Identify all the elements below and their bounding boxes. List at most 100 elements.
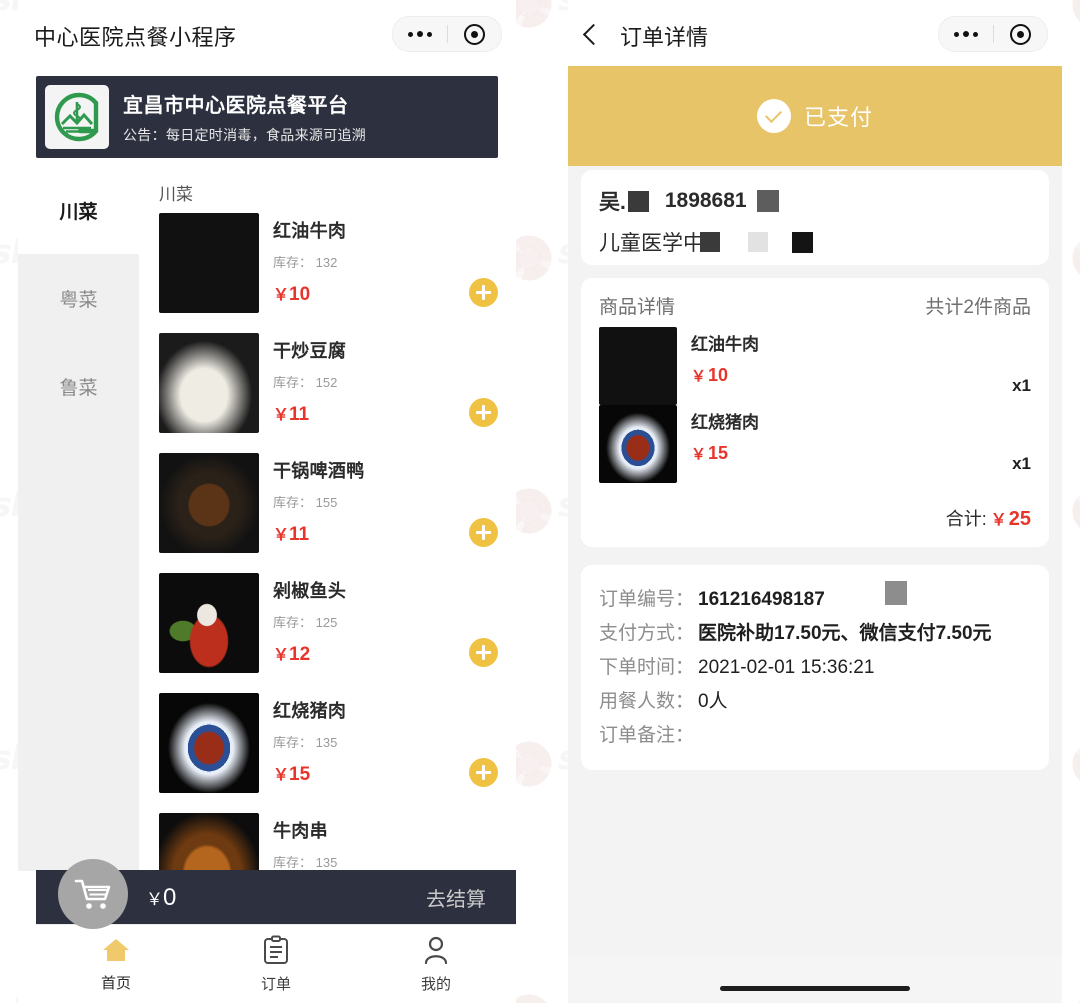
dish-price-value: 11 [289, 524, 310, 545]
dish-price-value: 15 [289, 764, 311, 785]
order-item-name: 红烧猪肉 [691, 413, 759, 432]
watermark-ring-icon [1072, 0, 1080, 28]
order-item-image [599, 327, 677, 405]
add-to-cart-button[interactable] [469, 518, 498, 547]
dish-row[interactable]: 干炒豆腐 库存： 152 ￥11 [139, 333, 516, 445]
hero-title: 宜昌市中心医院点餐平台 [123, 95, 349, 117]
order-info-value: 0人 [698, 691, 728, 712]
dish-row[interactable]: 红烧猪肉 库存： 135 ￥15 [139, 693, 516, 805]
dish-stock: 库存： 152 [273, 375, 338, 390]
order-item-price-value: 15 [708, 443, 729, 463]
order-info-card: 订单编号： 161216498187 支付方式： 医院补助17.50元、微信支付7.5… [581, 565, 1049, 770]
dish-info: 牛肉串库存： 135￥15 [273, 813, 516, 871]
watermark-diamond-icon [516, 498, 542, 524]
customer-name: 吴. [599, 191, 626, 214]
dish-price-value: 12 [289, 644, 311, 665]
redaction-block [756, 190, 779, 212]
bottom-tabbar: 首页 订单 我的 [36, 924, 516, 1003]
dish-row[interactable]: 红油牛肉 库存： 132 ￥10 [139, 213, 516, 325]
hospital-logo-icon [45, 85, 109, 149]
tab-item-2[interactable]: 订单 [196, 925, 356, 1003]
back-chevron-icon[interactable] [582, 23, 605, 46]
target-circle-icon[interactable] [448, 23, 502, 45]
category-item-2[interactable]: 粤菜 [18, 254, 139, 342]
add-to-cart-button[interactable] [469, 758, 498, 787]
dish-info: 干锅啤酒鸭 库存： 155 ￥11 [273, 453, 516, 565]
category-item-1[interactable]: 川菜 [18, 166, 139, 254]
dish-list-body: 红油牛肉 库存： 132 ￥10 干炒豆腐 库存： 152 ￥11 干锅啤酒鸭 库存： 155… [139, 213, 516, 871]
customer-line-1: 吴. 1898681 [599, 186, 1049, 216]
right-wechat-capsule[interactable] [938, 16, 1048, 52]
add-to-cart-button[interactable] [469, 278, 498, 307]
category-label: 鲁菜 [59, 377, 98, 399]
dish-row[interactable]: 牛肉串库存： 135￥15 [139, 813, 516, 871]
order-total-amount: ￥ 25 [991, 508, 1031, 530]
dish-row[interactable]: 干锅啤酒鸭 库存： 155 ￥11 [139, 453, 516, 565]
hero-notice: 公告：每日定时消毒，食品来源可追溯 [123, 127, 367, 143]
dish-section-title: 川菜 [159, 185, 193, 204]
currency-symbol: ￥ [691, 368, 707, 385]
cart-fab[interactable] [58, 859, 128, 929]
hero-text: 宜昌市中心医院点餐平台 公告：每日定时消毒，食品来源可追溯 [123, 89, 366, 145]
left-wechat-capsule[interactable] [392, 16, 502, 52]
add-to-cart-button[interactable] [469, 638, 498, 667]
redaction-block [700, 232, 720, 252]
watermark: skyway始诚天路 [1072, 0, 1080, 32]
watermark: skyway始诚天路 [1072, 739, 1080, 791]
check-circle-icon [756, 99, 791, 133]
more-dots-icon[interactable] [939, 31, 993, 37]
order-item-row: 红油牛肉 ￥ 10 x1 [599, 327, 1031, 405]
dish-stock: 库存： 135 [273, 855, 338, 870]
dish-name: 干炒豆腐 [273, 341, 347, 361]
order-item-price: ￥ 10 [691, 365, 1031, 386]
order-info-value: 2021-02-01 15:36:21 [698, 657, 875, 678]
checkout-button[interactable]: 去结算 [426, 883, 486, 912]
order-item-qty: x1 [1012, 454, 1031, 473]
cart-total-value: 0 [163, 883, 177, 911]
tab-label: 首页 [100, 974, 131, 992]
home-indicator [720, 986, 910, 991]
watermark: skyway始诚天路 [1072, 992, 1080, 1003]
target-circle-icon[interactable] [994, 23, 1048, 45]
dish-info: 红烧猪肉 库存： 135 ￥15 [273, 693, 516, 805]
payment-status-banner: 已支付 [568, 66, 1062, 166]
add-to-cart-button[interactable] [469, 398, 498, 427]
order-item-image [599, 405, 677, 483]
order-info-value: 医院补助17.50元、微信支付7.50元 [698, 623, 992, 644]
order-total-label: 合计: [945, 509, 987, 529]
order-info-key: 支付方式： [599, 623, 695, 644]
hospital-logo-svg [54, 92, 99, 142]
watermark-ring-icon [1072, 741, 1080, 787]
tab-label: 我的 [420, 975, 451, 993]
dish-list: 川菜 红油牛肉 库存： 132 ￥10 干炒豆腐 库存： 152 ￥11 干锅啤酒鸭 库存： … [139, 166, 516, 871]
dish-image [159, 453, 259, 553]
order-info-key: 下单时间： [599, 657, 695, 678]
watermark-ring-icon [1072, 488, 1080, 534]
tab-item-3[interactable]: 我的 [356, 925, 516, 1003]
watermark-diamond-icon [516, 751, 542, 777]
dish-stock: 库存： 125 [273, 615, 338, 630]
category-sidebar: 川菜 粤菜 鲁菜 [18, 166, 139, 871]
watermark: skyway始诚天路 [1072, 486, 1080, 538]
more-dots-icon[interactable] [393, 31, 447, 37]
watermark-ring-icon [1072, 994, 1080, 1003]
currency-symbol: ￥ [273, 287, 290, 304]
dish-name: 剁椒鱼头 [273, 581, 347, 601]
customer-department: 儿童医学中 [599, 232, 704, 255]
menu-content: 川菜 粤菜 鲁菜 川菜 红油牛肉 库存： 132 ￥10 干炒豆腐 库存： 152 ￥11 干锅… [18, 166, 516, 871]
dish-stock: 库存： 132 [273, 255, 338, 270]
order-item-row: 红烧猪肉 ￥ 15 x1 [599, 405, 1031, 483]
cart-total: ￥0 [146, 884, 176, 912]
left-wechat-navbar: 中心医院点餐小程序 [18, 0, 516, 66]
dish-image [159, 333, 259, 433]
category-item-3[interactable]: 鲁菜 [18, 342, 139, 430]
order-total-currency: ￥ [990, 512, 1007, 529]
bottom-safe-area [568, 955, 1062, 1003]
dish-stock: 库存： 155 [273, 495, 338, 510]
dish-row[interactable]: 剁椒鱼头 库存： 125 ￥12 [139, 573, 516, 685]
order-info-row: 支付方式： 医院补助17.50元、微信支付7.50元 [599, 618, 1031, 645]
right-page-title: 订单详情 [620, 25, 709, 50]
dish-info: 红油牛肉 库存： 132 ￥10 [273, 213, 516, 325]
tab-item-1[interactable]: 首页 [36, 925, 196, 1003]
order-info-row: 下单时间： 2021-02-01 15:36:21 [599, 652, 1031, 679]
